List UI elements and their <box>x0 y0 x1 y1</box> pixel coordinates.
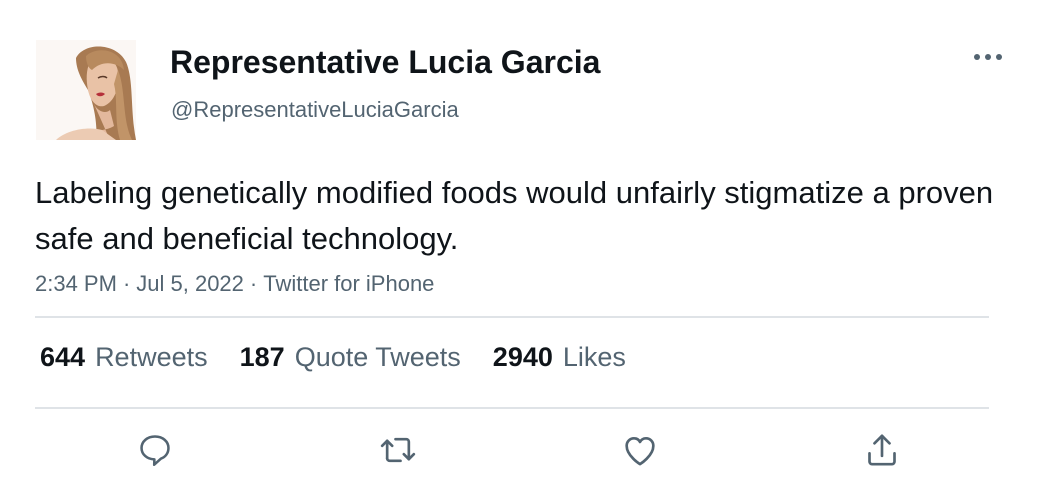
quote-tweets-stat[interactable]: 187 Quote Tweets <box>240 342 461 373</box>
reply-button[interactable] <box>133 428 177 472</box>
profile-photo <box>36 40 136 140</box>
more-options-button[interactable] <box>966 42 1010 72</box>
meta-separator: · <box>122 271 131 296</box>
reply-icon <box>140 435 170 466</box>
like-icon <box>625 437 655 466</box>
avatar[interactable] <box>36 40 136 140</box>
tweet-text: Labeling genetically modified foods woul… <box>35 175 994 256</box>
engagement-stats: 644 Retweets 187 Quote Tweets 2940 Likes <box>40 342 658 373</box>
meta-separator: · <box>249 271 258 296</box>
more-icon <box>974 54 1002 60</box>
likes-stat[interactable]: 2940 Likes <box>493 342 626 373</box>
divider <box>35 316 989 318</box>
display-name[interactable]: Representative Lucia Garcia <box>170 44 600 81</box>
retweets-stat[interactable]: 644 Retweets <box>40 342 208 373</box>
like-button[interactable] <box>618 428 662 472</box>
quote-tweets-label: Quote Tweets <box>294 342 461 372</box>
tweet-time[interactable]: 2:34 PM <box>35 271 117 296</box>
user-handle[interactable]: @RepresentativeLuciaGarcia <box>171 97 459 123</box>
retweets-label: Retweets <box>95 342 208 372</box>
tweet-meta: 2:34 PM · Jul 5, 2022 · Twitter for iPhone <box>35 271 434 297</box>
retweet-icon <box>380 437 416 463</box>
quote-tweets-count: 187 <box>239 342 285 372</box>
retweet-button[interactable] <box>376 428 420 472</box>
share-button[interactable] <box>860 428 904 472</box>
tweet-date[interactable]: Jul 5, 2022 <box>136 271 244 296</box>
retweets-count: 644 <box>40 342 86 372</box>
divider <box>35 407 989 409</box>
likes-label: Likes <box>562 342 626 372</box>
tweet-source[interactable]: Twitter for iPhone <box>263 271 434 296</box>
share-icon <box>868 434 896 466</box>
likes-count: 2940 <box>492 342 553 372</box>
